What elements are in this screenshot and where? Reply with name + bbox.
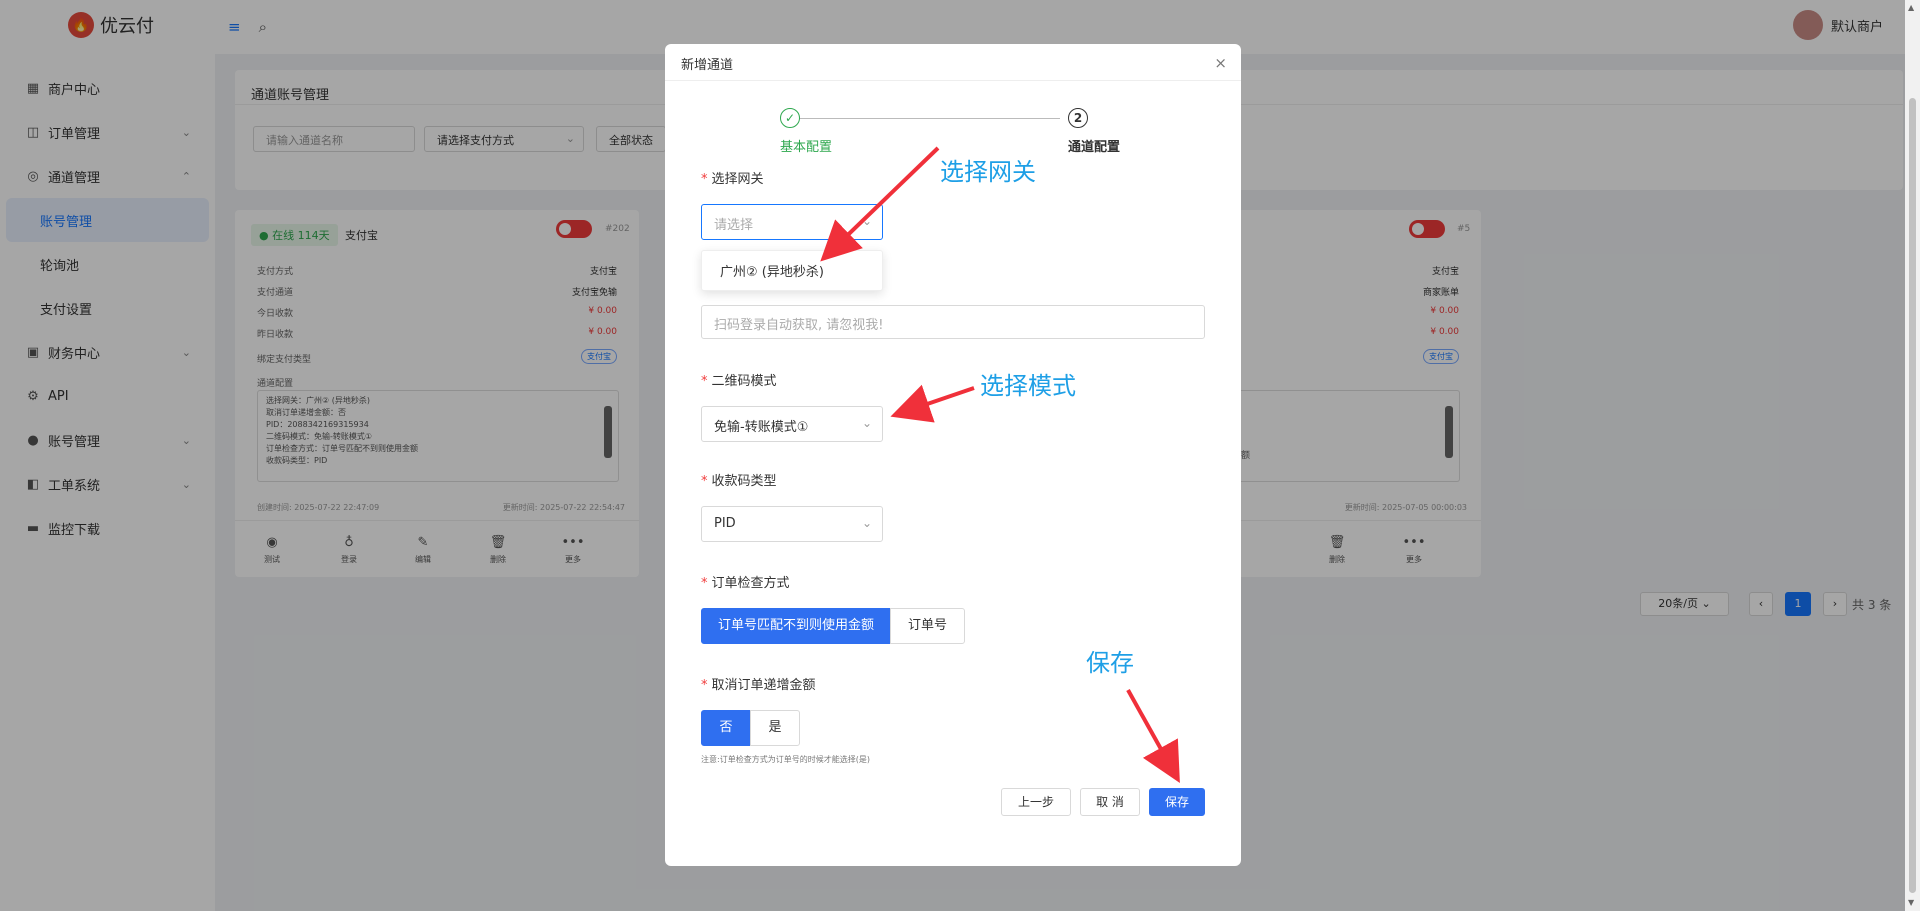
- annotation-select-gateway: 选择网关: [940, 158, 1036, 186]
- cancel-button[interactable]: 取 消: [1080, 788, 1140, 816]
- qr-mode-label: * 二维码模式: [701, 374, 777, 389]
- save-button[interactable]: 保存: [1149, 788, 1205, 816]
- step-number: 2: [1068, 108, 1088, 128]
- dialog-title: 新增通道: [681, 58, 734, 73]
- cancel-incr-no[interactable]: 否: [701, 710, 751, 746]
- gateway-option[interactable]: 广州② (异地秒杀): [701, 250, 883, 291]
- cancel-incr-yes[interactable]: 是: [750, 710, 800, 746]
- step-channel-config: 通道配置: [1068, 140, 1121, 155]
- code-type-label: * 收款码类型: [701, 474, 777, 489]
- annotation-save: 保存: [1086, 649, 1134, 677]
- code-type-select[interactable]: PID ⌄: [701, 506, 883, 542]
- gateway-label: * 选择网关: [701, 172, 764, 187]
- annotation-select-mode: 选择模式: [980, 372, 1076, 400]
- cancel-incr-label: * 取消订单递增金额: [701, 678, 816, 693]
- dialog-header: 新增通道 ×: [665, 44, 1241, 81]
- qr-mode-select[interactable]: 免输-转账模式① ⌄: [701, 406, 883, 442]
- check-mode-amount-fallback[interactable]: 订单号匹配不到则使用金额: [701, 608, 891, 644]
- chevron-down-icon: ⌄: [861, 516, 872, 530]
- prev-step-button[interactable]: 上一步: [1001, 788, 1071, 816]
- gateway-select[interactable]: 请选择 ⌄: [701, 204, 883, 240]
- chevron-down-icon: ⌄: [861, 416, 872, 430]
- window-scrollbar[interactable]: ▲ ▼: [1905, 0, 1920, 911]
- steps-connector: [790, 118, 1060, 119]
- chevron-down-icon: ⌄: [861, 214, 872, 228]
- scrollbar-thumb[interactable]: [1909, 98, 1916, 893]
- hint-note: 注意:订单检查方式为订单号的时候才能选择(是): [701, 755, 870, 764]
- close-icon[interactable]: ×: [1214, 54, 1227, 72]
- pid-input[interactable]: 扫码登录自动获取, 请忽视我!: [701, 305, 1205, 339]
- step-basic-config: 基本配置: [780, 140, 833, 155]
- scroll-down-icon[interactable]: ▼: [1908, 898, 1914, 907]
- check-mode-order-no[interactable]: 订单号: [890, 608, 965, 644]
- scroll-up-icon[interactable]: ▲: [1908, 3, 1914, 12]
- check-mode-label: * 订单检查方式: [701, 576, 790, 591]
- check-icon: ✓: [780, 108, 800, 128]
